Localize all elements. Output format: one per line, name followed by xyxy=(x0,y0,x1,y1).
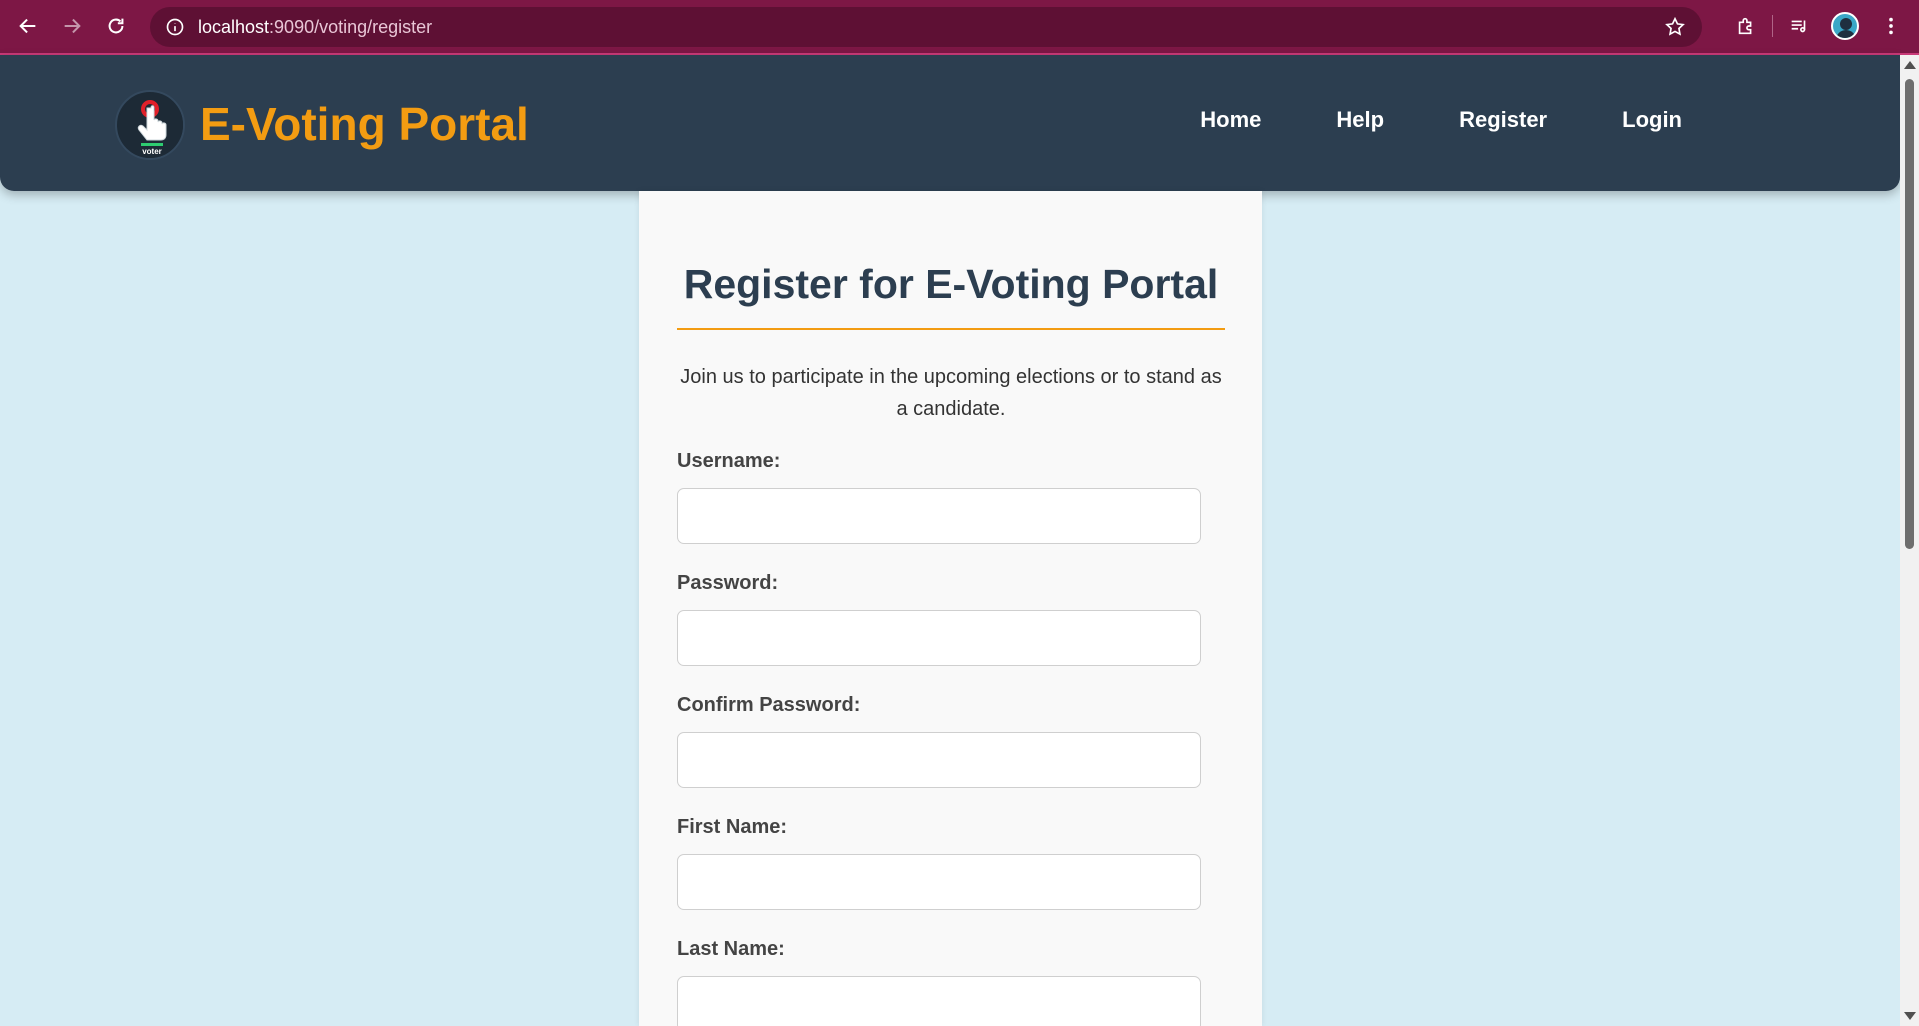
first-name-label: First Name: xyxy=(677,816,788,838)
arrow-right-icon xyxy=(64,18,81,34)
page-title: Register for E-Voting Portal xyxy=(683,261,1219,307)
voter-hand-icon: voter xyxy=(118,93,183,158)
url-path: :9090/voting/register xyxy=(269,16,433,37)
scroll-down-arrow-icon[interactable] xyxy=(1904,1012,1916,1020)
avatar xyxy=(1831,12,1859,40)
logo-text: voter xyxy=(142,147,162,156)
title-divider xyxy=(677,328,1225,330)
brand-title[interactable]: E-Voting Portal xyxy=(200,97,529,151)
username-label: Username: xyxy=(677,450,781,472)
site-header: voter E-Voting Portal Home Help Register… xyxy=(0,55,1900,191)
intro-text: Join us to participate in the upcoming e… xyxy=(680,366,1222,420)
last-name-label: Last Name: xyxy=(677,938,785,960)
first-name-input[interactable] xyxy=(677,854,1201,910)
username-input[interactable] xyxy=(677,488,1201,544)
reload-button[interactable] xyxy=(94,4,138,48)
reload-icon xyxy=(108,18,124,34)
forward-button[interactable] xyxy=(50,4,94,48)
register-card: Register for E-Voting Portal Join us to … xyxy=(639,191,1262,1026)
page-scrollbar[interactable] xyxy=(1900,55,1919,1026)
password-label: Password: xyxy=(677,572,779,594)
browser-menu-icon[interactable] xyxy=(1871,6,1911,46)
nav-home-link[interactable]: Home xyxy=(1200,107,1261,133)
main-nav: Home Help Register Login xyxy=(1200,107,1682,133)
site-info-icon[interactable] xyxy=(164,16,186,38)
last-name-input[interactable] xyxy=(677,976,1201,1026)
nav-help-link[interactable]: Help xyxy=(1336,107,1384,133)
browser-toolbar: localhost:9090/voting/register xyxy=(0,0,1919,53)
profile-button[interactable] xyxy=(1825,6,1865,46)
toolbar-divider xyxy=(1772,15,1773,37)
browser-nav-buttons xyxy=(6,4,138,48)
browser-right-icons xyxy=(1726,4,1911,48)
scroll-up-arrow-icon[interactable] xyxy=(1904,61,1916,69)
extensions-icon[interactable] xyxy=(1726,6,1766,46)
scrollbar-thumb[interactable] xyxy=(1905,79,1914,549)
url-host: localhost xyxy=(198,16,270,37)
media-controls-icon[interactable] xyxy=(1779,6,1819,46)
nav-login-link[interactable]: Login xyxy=(1622,107,1682,133)
arrow-left-icon xyxy=(19,18,36,34)
password-input[interactable] xyxy=(677,610,1201,666)
bookmark-star-icon[interactable] xyxy=(1664,16,1686,38)
confirm-password-input[interactable] xyxy=(677,732,1201,788)
back-button[interactable] xyxy=(6,4,50,48)
site-logo[interactable]: voter xyxy=(115,90,185,160)
address-bar[interactable]: localhost:9090/voting/register xyxy=(150,7,1702,47)
confirm-password-label: Confirm Password: xyxy=(677,694,861,716)
url-text: localhost:9090/voting/register xyxy=(198,17,432,38)
nav-register-link[interactable]: Register xyxy=(1459,107,1547,133)
